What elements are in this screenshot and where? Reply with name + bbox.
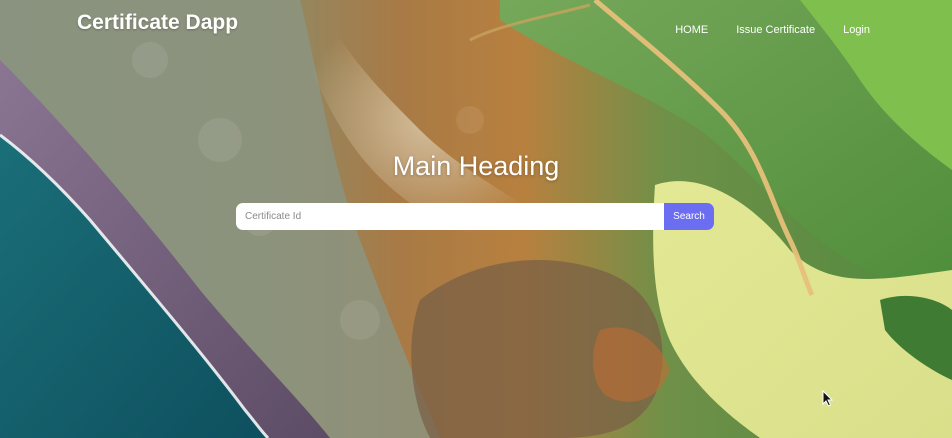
top-nav: HOME Issue Certificate Login <box>675 24 870 36</box>
nav-link-home[interactable]: HOME <box>675 24 708 36</box>
certificate-id-input[interactable] <box>236 203 664 230</box>
search-button[interactable]: Search <box>664 203 714 230</box>
brand-logo-text[interactable]: Certificate Dapp <box>77 11 238 35</box>
nav-link-login[interactable]: Login <box>843 24 870 36</box>
main-heading: Main Heading <box>392 151 560 181</box>
certificate-search-bar: Search <box>236 203 714 230</box>
nav-link-issue-certificate[interactable]: Issue Certificate <box>736 24 815 36</box>
mouse-cursor-icon <box>822 389 834 412</box>
app-page: Certificate Dapp HOME Issue Certificate … <box>0 0 952 438</box>
